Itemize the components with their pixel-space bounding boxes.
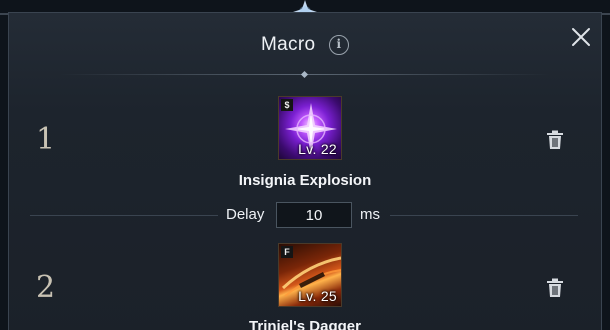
skill-icon-triniels-dagger[interactable]: F Lv. 25 bbox=[278, 243, 342, 307]
skill-level: Lv. 25 bbox=[298, 288, 337, 304]
trash-icon[interactable] bbox=[544, 277, 566, 299]
macro-index: 2 bbox=[36, 270, 56, 305]
skill-name: Insignia Explosion bbox=[238, 172, 372, 189]
close-icon[interactable] bbox=[570, 26, 592, 48]
dialog-header: Macro i bbox=[0, 20, 610, 74]
macro-index: 1 bbox=[36, 122, 56, 157]
skill-badge: $ bbox=[281, 99, 293, 111]
delay-row: Delay ms bbox=[0, 200, 610, 230]
skill-name: Triniel's Dagger bbox=[249, 318, 361, 330]
delay-input[interactable] bbox=[276, 202, 352, 228]
dialog-title: Macro bbox=[261, 34, 316, 55]
dialog-title-wrap: Macro i bbox=[0, 34, 610, 56]
trash-icon[interactable] bbox=[544, 129, 566, 151]
skill-level: Lv. 22 bbox=[298, 141, 337, 157]
delay-label: Delay bbox=[226, 206, 265, 223]
info-icon[interactable]: i bbox=[328, 35, 349, 55]
skill-badge: F bbox=[281, 246, 293, 258]
delay-unit: ms bbox=[360, 206, 380, 223]
skill-icon-insignia-explosion[interactable]: $ Lv. 22 bbox=[278, 96, 342, 160]
delay-divider-left bbox=[30, 215, 218, 216]
delay-divider-right bbox=[390, 215, 578, 216]
